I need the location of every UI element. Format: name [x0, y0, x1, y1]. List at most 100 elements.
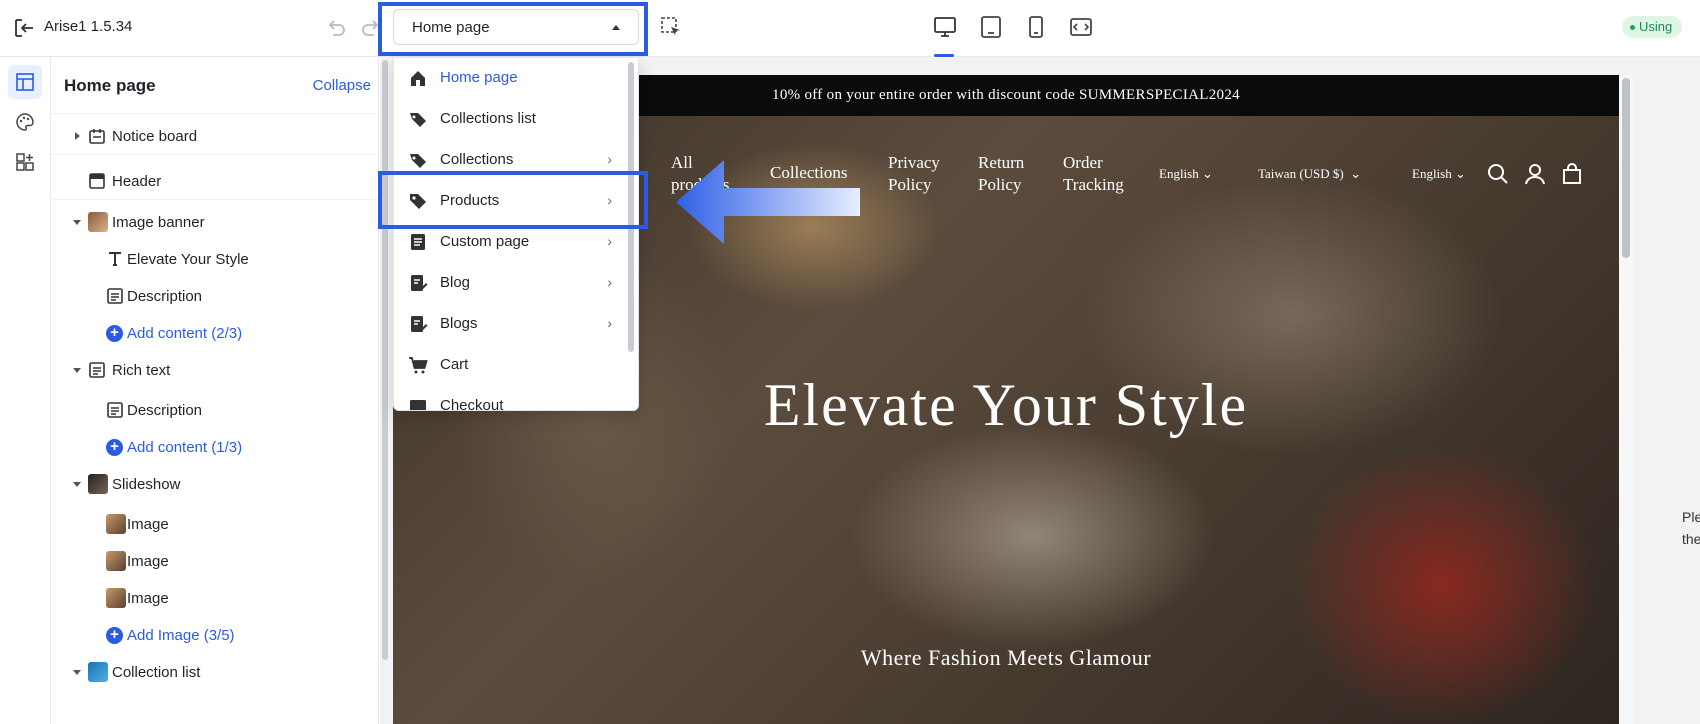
chevron-right-icon: ›: [607, 151, 612, 167]
tree-item-label: Description: [127, 402, 203, 419]
slideshow-thumbnail: [88, 474, 108, 494]
dropdown-item[interactable]: Blog ›: [394, 262, 626, 303]
apps-icon: [16, 153, 34, 171]
checkout-icon: [410, 400, 426, 410]
dropdown-item[interactable]: Home page: [394, 58, 626, 98]
text-icon: [109, 252, 121, 266]
dropdown-item-label: Checkout: [440, 397, 504, 411]
annotation-arrow-icon: [676, 160, 860, 244]
tree-item-label: Image: [127, 553, 169, 570]
dropdown-item[interactable]: Cart: [394, 344, 626, 385]
home-icon: [411, 71, 425, 86]
desktop-icon[interactable]: [932, 14, 958, 40]
dropdown-item-label: Blogs: [440, 315, 478, 332]
add-icon: +: [106, 325, 123, 342]
tree-item-label: Image: [127, 590, 169, 607]
section-item[interactable]: Collection list: [52, 654, 379, 691]
dropdown-item-label: Blog: [440, 274, 471, 291]
undo-icon[interactable]: [325, 17, 347, 39]
section-item[interactable]: Notice board: [52, 118, 379, 155]
apps-tab[interactable]: [8, 145, 42, 179]
tree-item-label: Add content (1/3): [127, 439, 243, 456]
description-icon: [107, 402, 123, 418]
select-element-icon[interactable]: [660, 16, 682, 38]
tags-icon: [410, 113, 426, 127]
tags-icon: [410, 154, 426, 168]
dropdown-item[interactable]: Collections list: [394, 98, 626, 139]
exit-icon[interactable]: [12, 16, 36, 40]
block-item[interactable]: Image: [52, 543, 379, 580]
tree-item-label: Notice board: [112, 128, 198, 145]
panel-header: Home page Collapse: [52, 57, 379, 114]
dropdown-item[interactable]: Checkout: [394, 385, 626, 411]
app-title: Arise1 1.5.34: [44, 18, 133, 35]
dropdown-item-label: Collections: [440, 151, 514, 168]
rich-text-icon: [89, 362, 105, 378]
palette-icon: [16, 113, 34, 131]
panel-scrollbar[interactable]: [382, 60, 388, 660]
image-thumbnail: [106, 514, 126, 534]
tree-item-label: Add Image (3/5): [127, 627, 235, 644]
preview-scrollbar[interactable]: [1622, 78, 1630, 258]
language-selector-2[interactable]: English ⌄: [1412, 166, 1466, 182]
section-item[interactable]: Slideshow: [52, 466, 379, 503]
left-rail: [0, 57, 51, 724]
tablet-icon[interactable]: [978, 14, 1004, 40]
nav-order-tracking[interactable]: Order Tracking: [1063, 152, 1124, 196]
layout-icon: [16, 73, 34, 91]
account-icon[interactable]: [1524, 163, 1546, 185]
mobile-icon[interactable]: [1023, 14, 1049, 40]
dropdown-item[interactable]: Blogs ›: [394, 303, 626, 344]
cart-bag-icon[interactable]: [1561, 163, 1583, 185]
collapse-button[interactable]: Collapse: [313, 77, 371, 94]
image-thumbnail: [106, 551, 126, 571]
block-item[interactable]: Image: [52, 506, 379, 543]
add-icon: +: [106, 439, 123, 456]
fullscreen-icon[interactable]: [1068, 14, 1094, 40]
dropdown-item-label: Custom page: [440, 233, 530, 250]
blog-icon: [411, 316, 428, 332]
chevron-down-icon[interactable]: [73, 670, 81, 675]
side-note: Ple the: [1682, 509, 1700, 547]
notice-board-icon: [89, 129, 105, 144]
hero-subtitle: Where Fashion Meets Glamour: [860, 645, 1152, 670]
block-item[interactable]: Description: [52, 392, 379, 429]
dropdown-item-label: Collections list: [440, 110, 536, 127]
theme-settings-tab[interactable]: [8, 105, 42, 139]
header-icon: [89, 173, 105, 189]
search-icon[interactable]: [1487, 163, 1509, 185]
tree-item-label: Description: [127, 288, 203, 305]
tree-item-label: Header: [112, 173, 162, 190]
currency-selector[interactable]: Taiwan (USD $) ⌄: [1258, 166, 1361, 182]
block-item[interactable]: Description: [52, 278, 379, 315]
tree-item-label: Add content (2/3): [127, 325, 243, 342]
top-toolbar: Arise1 1.5.34 Home page Using: [0, 0, 1700, 57]
nav-privacy-policy[interactable]: Privacy Policy: [888, 152, 940, 196]
blog-icon: [411, 275, 428, 291]
chevron-down-icon[interactable]: [73, 220, 81, 225]
section-item[interactable]: Rich text: [52, 352, 379, 389]
add-content-button[interactable]: + Add content (2/3): [52, 315, 379, 352]
section-item[interactable]: Header: [52, 163, 379, 200]
chevron-down-icon[interactable]: [73, 482, 81, 487]
block-item[interactable]: Elevate Your Style: [52, 241, 379, 278]
nav-return-policy[interactable]: Return Policy: [978, 152, 1024, 196]
chevron-right-icon[interactable]: [75, 132, 80, 140]
cart-icon: [409, 357, 428, 374]
annotation-highlight-products: [378, 171, 648, 229]
section-item[interactable]: Image banner: [52, 204, 379, 241]
add-content-button[interactable]: + Add content (1/3): [52, 429, 379, 466]
chevron-right-icon: ›: [607, 274, 612, 290]
sections-tab[interactable]: [8, 65, 42, 99]
image-banner-thumbnail: [88, 212, 108, 232]
tree-item-label: Image: [127, 516, 169, 533]
sections-panel: Home page Collapse Notice board Header Ima…: [52, 57, 379, 724]
add-content-button[interactable]: + Add Image (3/5): [52, 617, 379, 654]
page-icon: [411, 234, 425, 250]
status-badge: Using: [1622, 16, 1683, 38]
block-item[interactable]: Image: [52, 580, 379, 617]
image-thumbnail: [106, 588, 126, 608]
language-selector-1[interactable]: English ⌄: [1159, 166, 1213, 182]
tree-item-label: Image banner: [112, 214, 205, 231]
chevron-down-icon[interactable]: [73, 368, 81, 373]
